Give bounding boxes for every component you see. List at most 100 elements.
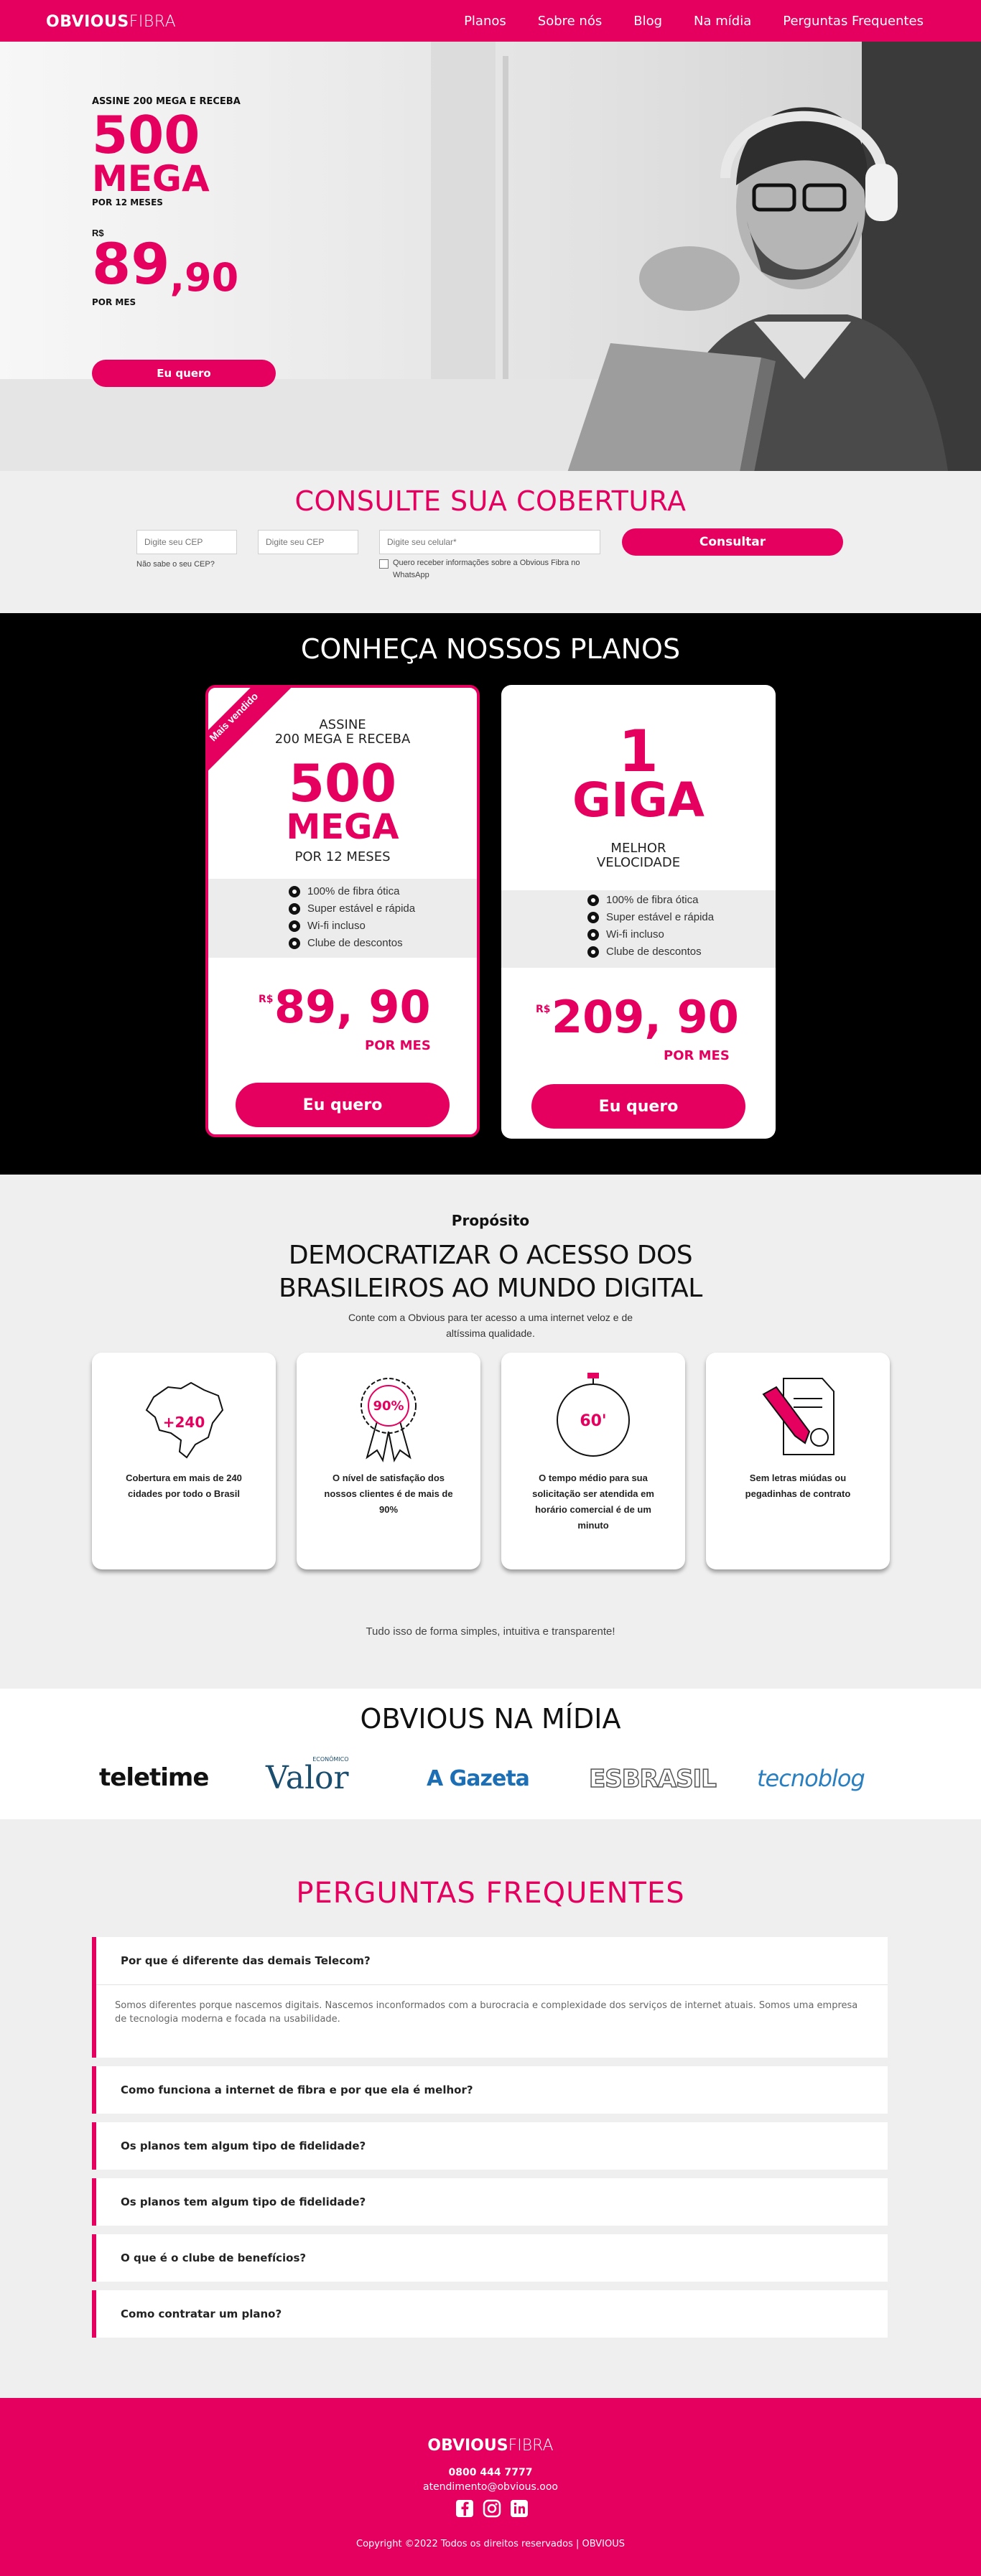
nav-item-faq[interactable]: Perguntas Frequentes — [783, 14, 924, 29]
bullet-icon — [587, 912, 599, 923]
faq-question[interactable]: Como funciona a internet de fibra e por … — [121, 2083, 473, 2096]
svg-text:60': 60' — [580, 1412, 606, 1430]
cep-help-link[interactable]: Não sabe o seu CEP? — [136, 560, 215, 569]
purpose-headline: DEMOCRATIZAR O ACESSO DOS BRASILEIROS AO… — [279, 1241, 702, 1303]
plan-500-cta-button[interactable]: Eu quero — [236, 1083, 450, 1127]
purpose-text: Conte com a Obvious para ter acesso a um… — [348, 1312, 633, 1339]
plan-caption: POR 12 MESES — [294, 849, 391, 864]
feature-text: Sem letras miúdas ou pegadinhas de contr… — [745, 1473, 851, 1499]
nav-links: Planos Sobre nós Blog Na mídia Perguntas… — [432, 0, 924, 42]
plan-per: POR MES — [365, 1038, 431, 1053]
plan-card-500: Mais vendido ASSINE 200 MEGA E RECEBA 50… — [205, 685, 480, 1137]
phone-input[interactable] — [379, 530, 600, 554]
contract-pen-icon — [762, 1378, 834, 1455]
feature-card-coverage: +240 Cobertura em mais de 240 cidades po… — [92, 1353, 276, 1569]
whatsapp-checkbox[interactable] — [379, 559, 389, 569]
media-logo-valor[interactable]: ECONÔMICO Valor — [266, 1756, 349, 1794]
footer-email[interactable]: atendimento@obvious.ooo — [0, 2481, 981, 2493]
brand-logo[interactable]: OBVIOUSFIBRA — [46, 13, 176, 31]
plan-card-1giga: 1 GIGA MELHOR VELOCIDADE 100% de fibra ó… — [501, 685, 776, 1139]
bullet-icon — [289, 920, 300, 932]
faq-question[interactable]: Os planos tem algum tipo de fidelidade? — [121, 2139, 366, 2152]
coverage-section: CONSULTE SUA COBERTURA Não sabe o seu CE… — [0, 471, 981, 613]
bullet-icon — [289, 903, 300, 915]
faq-title: PERGUNTAS FREQUENTES — [296, 1877, 685, 1910]
cep-input-2[interactable] — [258, 530, 358, 554]
whatsapp-optin[interactable]: Quero receber informações sobre a Obviou… — [379, 557, 595, 582]
plan-price: R$ 209, 90 — [536, 991, 739, 1043]
faq-question[interactable]: Por que é diferente das demais Telecom? — [121, 1954, 371, 1967]
brazil-map-icon: +240 — [145, 1381, 224, 1459]
footer-phone[interactable]: 0800 444 7777 — [0, 2467, 981, 2478]
footer-logo[interactable]: OBVIOUSFIBRA — [0, 2437, 981, 2455]
top-navbar: OBVIOUSFIBRA Planos Sobre nós Blog Na mí… — [0, 0, 981, 42]
hero-banner: ASSINE 200 MEGA E RECEBA 500 MEGA POR 12… — [0, 42, 981, 471]
hero-offer: ASSINE 200 MEGA E RECEBA 500 MEGA POR 12… — [92, 96, 241, 307]
bullet-icon — [289, 886, 300, 897]
feature-item: Wi-fi incluso — [289, 918, 415, 935]
footer-copyright: Copyright ©2022 Todos os direitos reserv… — [356, 2539, 625, 2549]
media-logo-tecnoblog[interactable]: tecnoblog — [757, 1765, 865, 1792]
media-logo-agazeta[interactable]: A Gazeta — [427, 1766, 530, 1791]
instagram-icon[interactable] — [482, 2498, 502, 2519]
faq-item[interactable]: Como contratar um plano? — [92, 2290, 888, 2338]
hero-cta-button[interactable]: Eu quero — [92, 360, 276, 387]
plan-features: 100% de fibra ótica Super estável e rápi… — [501, 890, 776, 968]
linkedin-icon[interactable] — [509, 2498, 529, 2519]
plan-speed: 1 — [618, 718, 659, 785]
nav-item-sobre[interactable]: Sobre nós — [538, 14, 602, 29]
plan-price: R$ 89, 90 — [259, 981, 431, 1033]
hero-unit: MEGA — [92, 158, 210, 200]
media-logo-teletime[interactable]: teletime — [99, 1763, 209, 1792]
footer: OBVIOUSFIBRA 0800 444 7777 atendimento@o… — [0, 2398, 981, 2576]
plan-1giga-cta-button[interactable]: Eu quero — [531, 1084, 745, 1129]
faq-item[interactable]: O que é o clube de benefícios? — [92, 2234, 888, 2282]
feature-item: Super estável e rápida — [587, 909, 714, 926]
purpose-kicker: Propósito — [451, 1212, 530, 1229]
coverage-title: CONSULTE SUA COBERTURA — [294, 485, 687, 517]
faq-item[interactable]: Os planos tem algum tipo de fidelidade? — [92, 2122, 888, 2170]
plans-section: CONHEÇA NOSSOS PLANOS Mais vendido ASSIN… — [0, 613, 981, 1175]
consultar-button[interactable]: Consultar — [622, 528, 843, 556]
media-title: OBVIOUS NA MÍDIA — [360, 1703, 621, 1735]
feature-text: O tempo médio para sua solicitação ser a… — [532, 1473, 654, 1531]
plan-features: 100% de fibra ótica Super estável e rápi… — [208, 879, 477, 958]
nav-item-planos[interactable]: Planos — [464, 14, 506, 29]
bullet-icon — [289, 938, 300, 949]
faq-question[interactable]: Como contratar um plano? — [121, 2307, 282, 2320]
facebook-icon[interactable] — [455, 2498, 475, 2519]
feature-text: Cobertura em mais de 240 cidades por tod… — [126, 1473, 242, 1499]
feature-item: 100% de fibra ótica — [587, 892, 714, 909]
plan-caption-1: MELHOR — [610, 841, 666, 856]
faq-question[interactable]: Os planos tem algum tipo de fidelidade? — [121, 2195, 366, 2208]
feature-item: Clube de descontos — [289, 935, 415, 952]
faq-item[interactable]: Como funciona a internet de fibra e por … — [92, 2066, 888, 2114]
whatsapp-optin-label: Quero receber informações sobre a Obviou… — [393, 559, 580, 579]
best-seller-ribbon: Mais vendido — [208, 688, 292, 771]
plan-per: POR MES — [664, 1048, 730, 1063]
feature-item: 100% de fibra ótica — [289, 883, 415, 900]
svg-text:90%: 90% — [373, 1399, 404, 1414]
bullet-icon — [587, 929, 599, 941]
faq-item-open[interactable]: Por que é diferente das demais Telecom? … — [92, 1937, 888, 2058]
nav-item-blog[interactable]: Blog — [633, 14, 662, 29]
media-logo-esbrasil[interactable]: ESBRASIL — [588, 1764, 717, 1794]
feature-card-contract: Sem letras miúdas ou pegadinhas de contr… — [706, 1353, 890, 1569]
plan-unit: MEGA — [286, 807, 399, 847]
nav-item-midia[interactable]: Na mídia — [694, 14, 751, 29]
feature-item: Clube de descontos — [587, 943, 714, 961]
purpose-footer: Tudo isso de forma simples, intuitiva e … — [366, 1625, 615, 1638]
purpose-section: Propósito DEMOCRATIZAR O ACESSO DOS BRAS… — [0, 1175, 981, 1689]
bullet-icon — [587, 895, 599, 906]
bullet-icon — [587, 946, 599, 958]
feature-card-satisfaction: 90% O nível de satisfação dos nossos cli… — [297, 1353, 480, 1569]
media-section: OBVIOUS NA MÍDIA teletime ECONÔMICO Valo… — [0, 1689, 981, 1819]
stopwatch-icon: 60' — [557, 1373, 630, 1457]
hero-speed: 500 — [92, 105, 200, 165]
cep-input[interactable] — [136, 530, 237, 554]
feature-card-response-time: 60' O tempo médio para sua solicitação s… — [501, 1353, 685, 1569]
social-links — [455, 2498, 529, 2519]
faq-item[interactable]: Os planos tem algum tipo de fidelidade? — [92, 2178, 888, 2226]
faq-question[interactable]: O que é o clube de benefícios? — [121, 2251, 306, 2264]
feature-item: Wi-fi incluso — [587, 926, 714, 943]
